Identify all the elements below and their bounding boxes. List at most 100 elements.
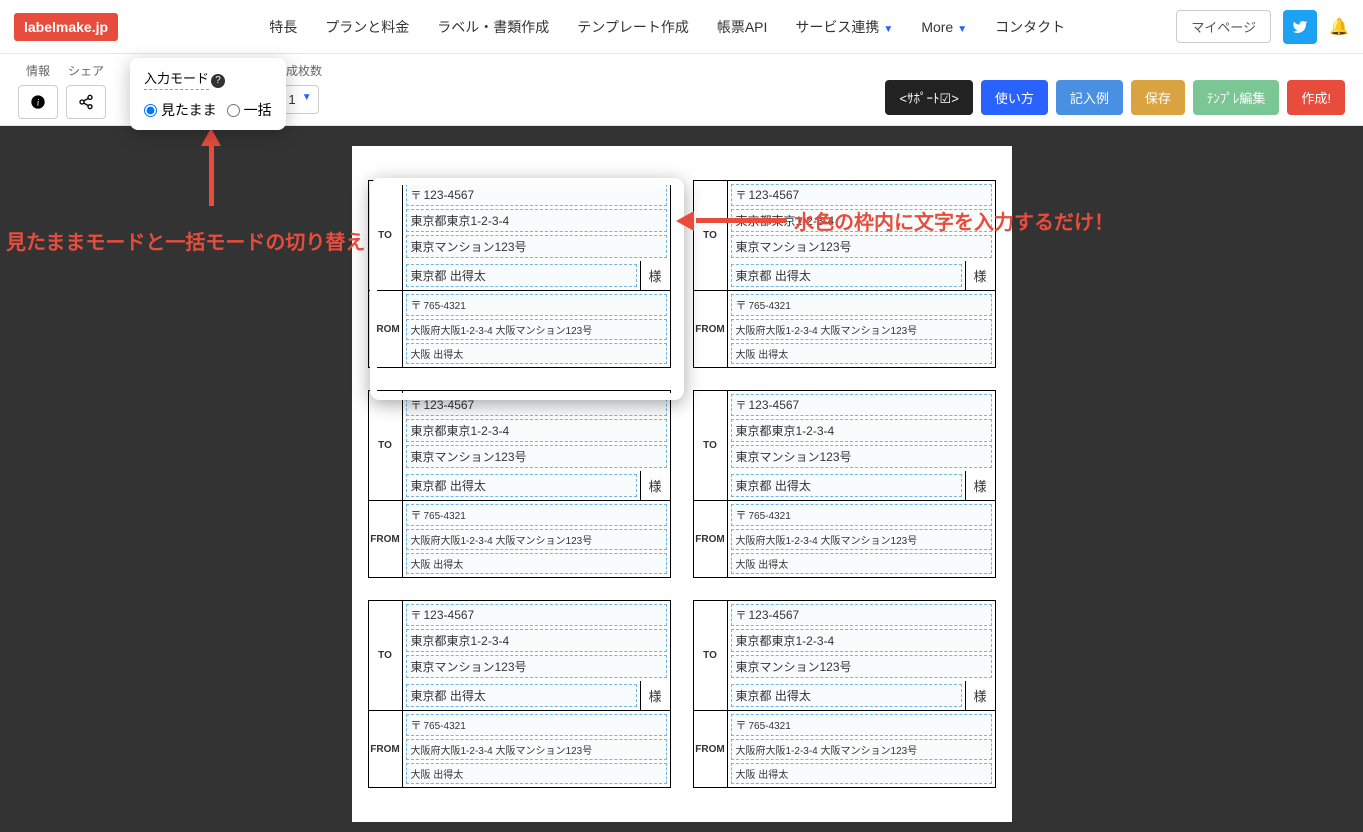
to-name-field[interactable]: 東京都 出得太 [406,264,637,287]
from-name-field[interactable]: 大阪 出得太 [731,553,992,574]
make-button[interactable]: 作成! [1287,80,1345,115]
to-addr1-field[interactable]: 東京都東京1-2-3-4 [731,419,992,442]
support-button[interactable]: <ｻﾎﾟｰﾄ☑> [885,80,972,115]
to-addr2-field[interactable]: 東京マンション123号 [406,655,667,678]
label-card[interactable]: TO 〒123-4567 東京都東京1-2-3-4 東京マンション123号 東京… [693,180,996,368]
arrow-up-icon [201,128,221,146]
to-name-field[interactable]: 東京都 出得太 [406,474,637,497]
nav-links: 特長 プランと料金 ラベル・書類作成 テンプレート作成 帳票API サービス連携… [158,17,1176,37]
twitter-button[interactable] [1283,10,1317,44]
from-name-field[interactable]: 大阪 出得太 [406,763,667,784]
to-addr2-field[interactable]: 東京マンション123号 [406,235,667,258]
from-postal-field[interactable]: 〒765-4321 [731,294,992,316]
to-addr2-field[interactable]: 東京マンション123号 [731,655,992,678]
nav-create[interactable]: ラベル・書類作成 [437,17,549,37]
mode-visual-option[interactable]: 見たまま [144,100,217,120]
sama-suffix: 様 [640,261,670,290]
count-value: 1 [288,92,295,107]
from-addr-field[interactable]: 大阪府大阪1-2-3-4 大阪マンション123号 [731,739,992,760]
bell-icon[interactable]: 🔔 [1329,17,1349,37]
canvas-area: TO 〒123-4567 東京都東京1-2-3-4 東京マンション123号 東京… [0,126,1363,832]
to-addr2-field[interactable]: 東京マンション123号 [406,445,667,468]
to-name-field[interactable]: 東京都 出得太 [731,684,962,707]
to-addr2-field[interactable]: 東京マンション123号 [731,235,992,258]
to-side-label: TO [369,391,403,500]
input-mode-title: 入力モード [144,68,209,90]
from-addr-field[interactable]: 大阪府大阪1-2-3-4 大阪マンション123号 [406,739,667,760]
mypage-button[interactable]: マイページ [1176,10,1271,43]
to-side-label: TO [369,601,403,710]
template-edit-button[interactable]: ﾃﾝﾌﾟﾚ編集 [1193,80,1280,115]
from-name-field[interactable]: 大阪 出得太 [731,343,992,364]
from-addr-field[interactable]: 大阪府大阪1-2-3-4 大阪マンション123号 [406,529,667,550]
share-button[interactable] [66,85,106,119]
to-name-field[interactable]: 東京都 出得太 [406,684,637,707]
label-card[interactable]: TO 〒123-4567 東京都東京1-2-3-4 東京マンション123号 東京… [368,180,671,368]
from-side-label: FROM [369,291,403,367]
nav-api[interactable]: 帳票API [717,17,768,37]
chevron-down-icon: ▼ [302,92,312,103]
nav-more[interactable]: More▼ [921,19,967,35]
from-side-label: FROM [369,711,403,787]
annotation-mode-switch: 見たままモードと一括モードの切り替え [6,226,365,255]
label-card[interactable]: TO 〒123-4567 東京都東京1-2-3-4 東京マンション123号 東京… [693,600,996,788]
sama-suffix: 様 [965,471,995,500]
share-label: シェア [68,62,104,79]
from-addr-field[interactable]: 大阪府大阪1-2-3-4 大阪マンション123号 [731,529,992,550]
to-postal-field[interactable]: 〒123-4567 [731,184,992,206]
to-addr2-field[interactable]: 東京マンション123号 [731,445,992,468]
from-addr-field[interactable]: 大阪府大阪1-2-3-4 大阪マンション123号 [731,319,992,340]
share-icon [78,94,94,110]
example-button[interactable]: 記入例 [1056,80,1123,115]
sama-suffix: 様 [965,261,995,290]
nav-template[interactable]: テンプレート作成 [577,17,689,37]
to-postal-field[interactable]: 〒123-4567 [406,604,667,626]
from-postal-field[interactable]: 〒765-4321 [406,504,667,526]
from-postal-field[interactable]: 〒765-4321 [731,504,992,526]
nav-contact[interactable]: コンタクト [995,17,1065,37]
label-card[interactable]: TO 〒123-4567 東京都東京1-2-3-4 東京マンション123号 東京… [368,390,671,578]
from-addr-field[interactable]: 大阪府大阪1-2-3-4 大阪マンション123号 [406,319,667,340]
from-name-field[interactable]: 大阪 出得太 [406,553,667,574]
labels-grid: TO 〒123-4567 東京都東京1-2-3-4 東京マンション123号 東京… [368,180,996,788]
to-addr1-field[interactable]: 東京都東京1-2-3-4 [731,629,992,652]
help-icon[interactable]: ? [211,74,225,88]
to-postal-field[interactable]: 〒123-4567 [731,394,992,416]
from-postal-field[interactable]: 〒765-4321 [406,714,667,736]
nav-integration[interactable]: サービス連携▼ [795,17,893,37]
to-postal-field[interactable]: 〒123-4567 [406,394,667,416]
info-icon: i [30,94,46,110]
from-name-field[interactable]: 大阪 出得太 [406,343,667,364]
sama-suffix: 様 [965,681,995,710]
to-side-label: TO [694,391,728,500]
svg-text:i: i [37,98,40,108]
to-addr1-field[interactable]: 東京都東京1-2-3-4 [406,419,667,442]
nav-features[interactable]: 特長 [269,17,297,37]
mode-bulk-radio[interactable] [227,104,240,117]
to-postal-field[interactable]: 〒123-4567 [731,604,992,626]
to-name-field[interactable]: 東京都 出得太 [731,474,962,497]
from-postal-field[interactable]: 〒765-4321 [406,294,667,316]
nav-pricing[interactable]: プランと料金 [325,17,409,37]
to-postal-field[interactable]: 〒123-4567 [406,184,667,206]
label-card[interactable]: TO 〒123-4567 東京都東京1-2-3-4 東京マンション123号 東京… [368,600,671,788]
to-addr1-field[interactable]: 東京都東京1-2-3-4 [406,209,667,232]
brand-logo[interactable]: labelmake.jp [14,13,118,41]
chevron-down-icon: ▼ [957,24,967,35]
from-postal-field[interactable]: 〒765-4321 [731,714,992,736]
document-page: TO 〒123-4567 東京都東京1-2-3-4 東京マンション123号 東京… [352,146,1012,822]
mode-bulk-option[interactable]: 一括 [227,100,272,120]
label-card[interactable]: TO 〒123-4567 東京都東京1-2-3-4 東京マンション123号 東京… [693,390,996,578]
save-button[interactable]: 保存 [1131,80,1185,115]
to-addr1-field[interactable]: 東京都東京1-2-3-4 [406,629,667,652]
toolbar-right: <ｻﾎﾟｰﾄ☑> 使い方 記入例 保存 ﾃﾝﾌﾟﾚ編集 作成! [885,80,1345,115]
from-name-field[interactable]: 大阪 出得太 [731,763,992,784]
to-name-field[interactable]: 東京都 出得太 [731,264,962,287]
to-addr1-field[interactable]: 東京都東京1-2-3-4 [731,209,992,232]
mode-visual-radio[interactable] [144,104,157,117]
info-button[interactable]: i [18,85,58,119]
to-side-label: TO [369,181,403,290]
info-label: 情報 [26,62,50,79]
top-nav: labelmake.jp 特長 プランと料金 ラベル・書類作成 テンプレート作成… [0,0,1363,54]
howto-button[interactable]: 使い方 [981,80,1048,115]
